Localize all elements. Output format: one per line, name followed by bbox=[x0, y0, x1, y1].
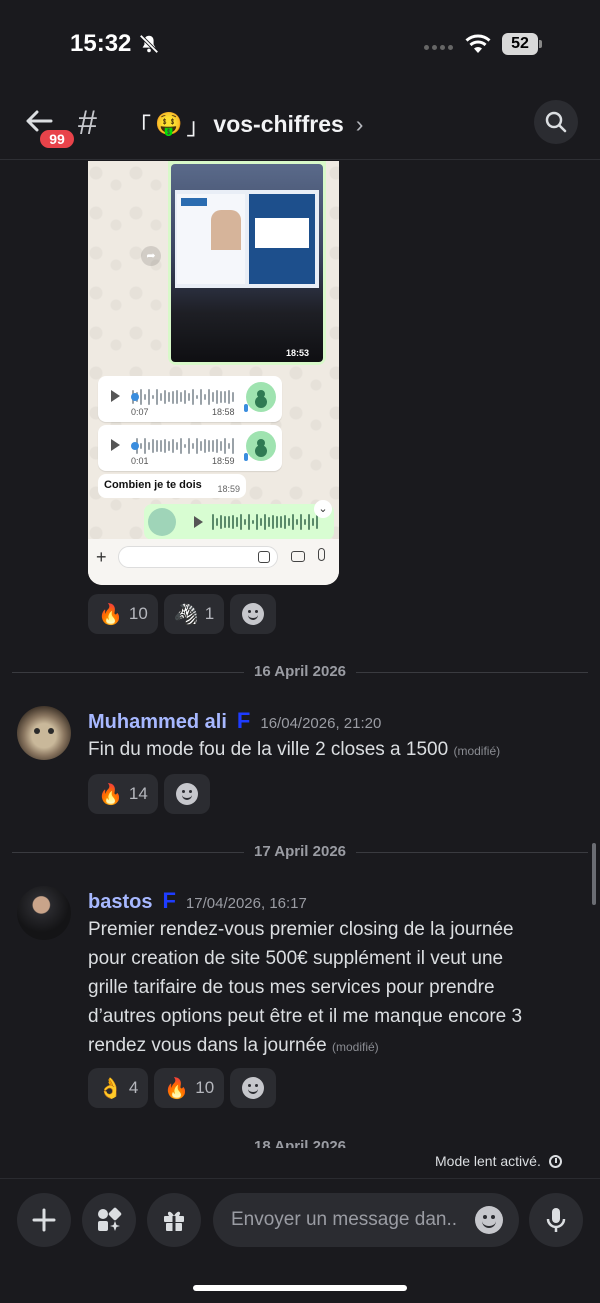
outgoing-voice-message: ⌄ bbox=[144, 500, 334, 540]
search-icon bbox=[545, 111, 567, 133]
apps-icon bbox=[98, 1207, 122, 1231]
date-divider: 18 April 2026 bbox=[254, 1138, 346, 1148]
search-button[interactable] bbox=[534, 100, 578, 144]
wifi-icon bbox=[465, 34, 491, 53]
battery-indicator: 52 bbox=[502, 33, 542, 55]
voice-message: 0:07 18:58 bbox=[98, 376, 282, 422]
role-tag: F bbox=[162, 888, 176, 913]
add-reaction-button[interactable] bbox=[230, 1068, 277, 1108]
reaction-fire[interactable]: 🔥 14 bbox=[88, 774, 158, 814]
status-time: 15:32 bbox=[70, 30, 132, 57]
channel-header: 99 # 「 🤑 」 vos-chiffres › bbox=[0, 90, 600, 160]
message-content: Fin du mode fou de la ville 2 closes a 1… bbox=[88, 739, 501, 760]
reaction-bar: 🔥 10 🦓 1 bbox=[88, 594, 277, 634]
channel-hash-icon: # bbox=[78, 104, 97, 142]
emoji-icon bbox=[242, 1077, 265, 1099]
edited-label: (modifié) bbox=[332, 1040, 379, 1054]
emoji-icon bbox=[175, 783, 198, 805]
message-input-container bbox=[213, 1193, 519, 1247]
timer-icon bbox=[548, 1154, 562, 1168]
gift-icon bbox=[164, 1211, 184, 1231]
date-divider: 16 April 2026 bbox=[12, 662, 588, 682]
date-divider: 17 April 2026 bbox=[12, 842, 588, 862]
username[interactable]: bastos bbox=[88, 891, 152, 914]
add-reaction-button[interactable] bbox=[163, 774, 210, 814]
photo-message: 18:53 bbox=[168, 161, 326, 365]
home-indicator[interactable] bbox=[193, 1285, 407, 1291]
money-face-emoji: 🤑 bbox=[155, 111, 183, 136]
plus-button[interactable] bbox=[17, 1193, 71, 1247]
slow-mode-notice: Mode lent activé. bbox=[435, 1153, 562, 1169]
avatar[interactable] bbox=[17, 706, 71, 760]
voice-message-button[interactable] bbox=[529, 1193, 583, 1247]
reaction-zebra[interactable]: 🦓 1 bbox=[163, 594, 225, 634]
channel-name: vos-chiffres bbox=[213, 110, 344, 137]
apps-button[interactable] bbox=[82, 1193, 136, 1247]
plus-icon bbox=[32, 1208, 56, 1232]
reaction-ok-hand[interactable]: 👌 4 bbox=[88, 1068, 149, 1108]
forward-icon: ➦ bbox=[141, 246, 161, 266]
whatsapp-input-bar: + bbox=[88, 539, 339, 585]
message-timestamp: 17/04/2026, 16:17 bbox=[185, 895, 307, 912]
status-bar: 15:32 52 bbox=[0, 0, 600, 90]
mic-icon bbox=[546, 1208, 566, 1232]
edited-label: (modifié) bbox=[453, 744, 501, 758]
username[interactable]: Muhammed ali bbox=[88, 711, 227, 734]
message-content: Premier rendez-vous premier closing de l… bbox=[88, 919, 523, 1056]
chevron-right-icon: › bbox=[355, 110, 364, 137]
voice-message: 0:01 18:59 bbox=[98, 425, 282, 471]
add-reaction-button[interactable] bbox=[230, 594, 277, 634]
emoji-icon bbox=[242, 603, 265, 625]
text-message: Combien je te dois 18:59 bbox=[98, 474, 246, 498]
emoji-icon[interactable] bbox=[475, 1206, 503, 1234]
avatar[interactable] bbox=[17, 886, 71, 940]
message-timestamp: 16/04/2026, 21:20 bbox=[260, 715, 382, 732]
signal-dots bbox=[424, 45, 453, 50]
scrollbar[interactable] bbox=[592, 843, 596, 905]
bell-slash-icon bbox=[139, 34, 159, 54]
reaction-bar: 🔥 14 bbox=[88, 774, 210, 814]
channel-title[interactable]: 「 🤑 」 vos-chiffres › bbox=[128, 107, 363, 141]
message-header: Muhammed ali F 16/04/2026, 21:20 bbox=[88, 708, 381, 734]
reaction-bar: 👌 4 🔥 10 bbox=[88, 1068, 277, 1108]
unread-badge: 99 bbox=[38, 128, 76, 150]
image-attachment[interactable]: ➦ 18:53 0:07 18:58 0:01 18:59 Combien je… bbox=[88, 161, 339, 585]
gift-button[interactable] bbox=[147, 1193, 201, 1247]
message-input[interactable] bbox=[231, 1193, 481, 1247]
role-tag: F bbox=[236, 708, 251, 733]
reaction-fire[interactable]: 🔥 10 bbox=[154, 1068, 225, 1108]
reaction-fire[interactable]: 🔥 10 bbox=[88, 594, 158, 634]
message-header: bastos F 17/04/2026, 16:17 bbox=[88, 888, 307, 914]
